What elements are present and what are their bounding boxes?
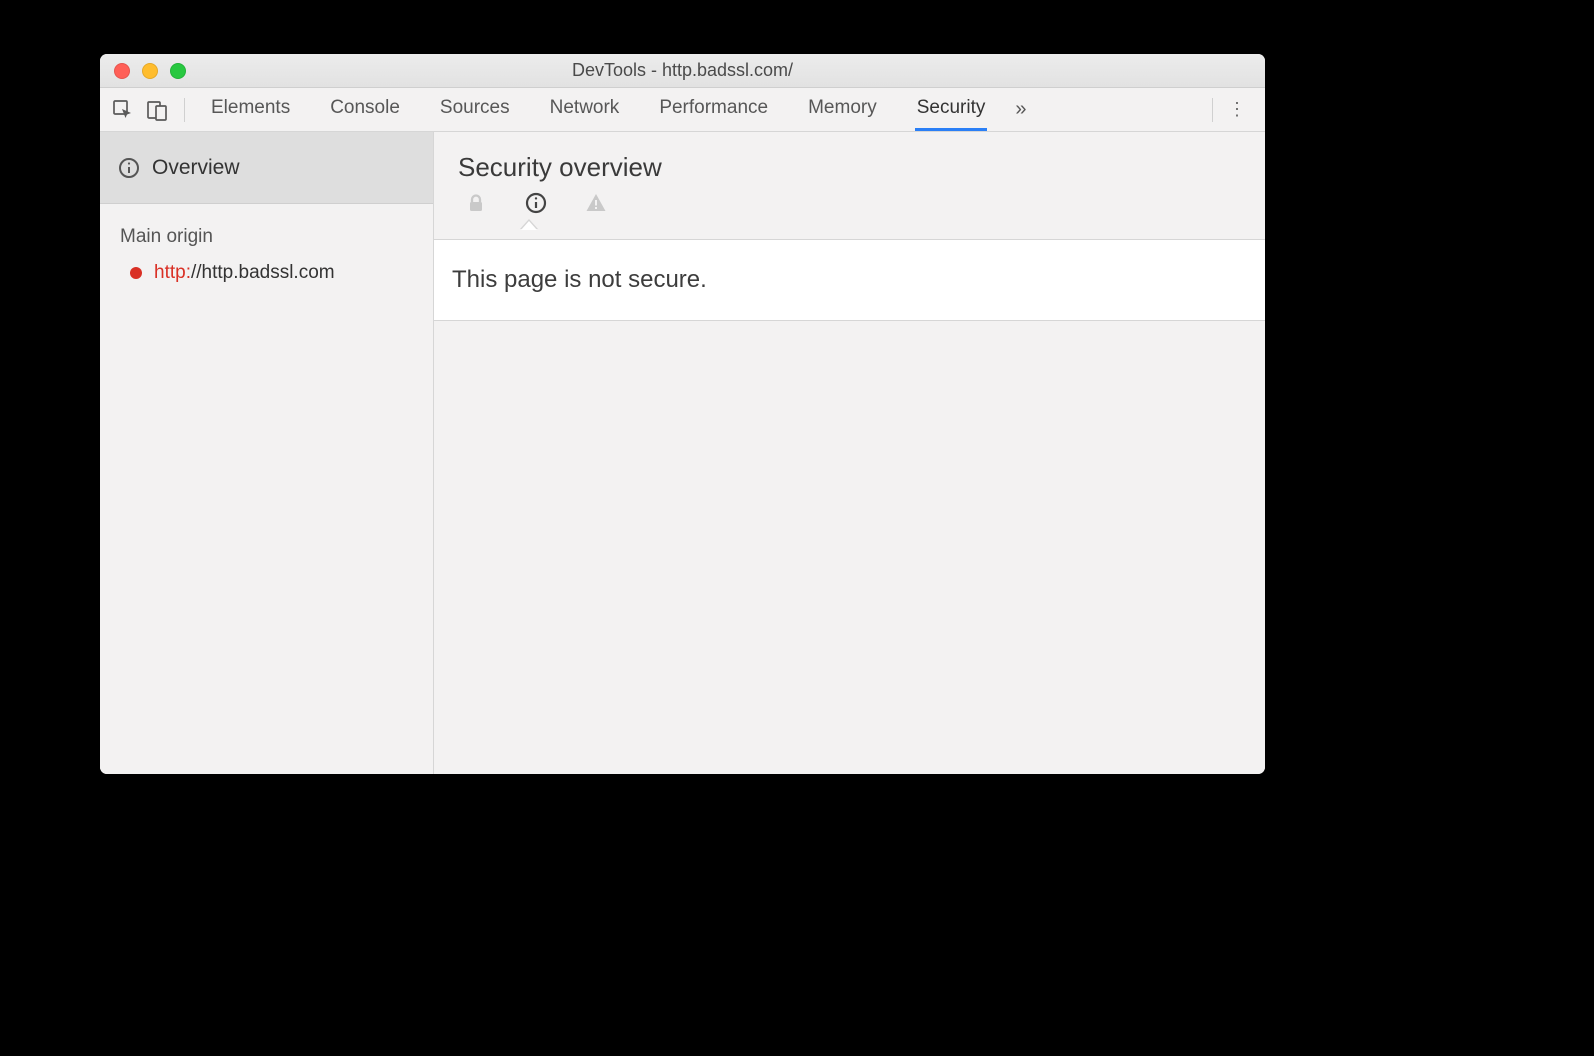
devtools-toolbar: Elements Console Sources Network Perform…	[100, 88, 1265, 132]
devtools-window: DevTools - http.badssl.com/ Elements Con…	[100, 54, 1265, 774]
security-sidebar: Overview Main origin http://http.badssl.…	[100, 132, 434, 774]
security-overview-title: Security overview	[458, 152, 1241, 183]
origin-list-item[interactable]: http://http.badssl.com	[100, 258, 433, 288]
tab-elements[interactable]: Elements	[209, 88, 292, 131]
close-window-button[interactable]	[114, 63, 130, 79]
sidebar-overview-item[interactable]: Overview	[100, 132, 433, 204]
tab-security[interactable]: Security	[915, 88, 988, 131]
tab-memory[interactable]: Memory	[806, 88, 879, 131]
device-toolbar-icon[interactable]	[142, 95, 172, 125]
security-status-icons	[458, 183, 1241, 215]
tab-network[interactable]: Network	[548, 88, 622, 131]
sidebar-section-label: Main origin	[100, 204, 433, 258]
zoom-window-button[interactable]	[170, 63, 186, 79]
main-empty-area	[434, 321, 1265, 774]
kebab-menu-icon[interactable]: ⋮	[1227, 99, 1247, 120]
warning-triangle-icon	[584, 191, 608, 215]
insecure-status-dot-icon	[130, 267, 142, 279]
inspect-element-icon[interactable]	[108, 95, 138, 125]
origin-url-scheme: http:	[154, 262, 191, 283]
tabs-overflow-icon[interactable]: »	[1015, 98, 1026, 121]
security-message: This page is not secure.	[434, 239, 1265, 321]
origin-url-rest: //http.badssl.com	[191, 262, 335, 283]
window-title: DevTools - http.badssl.com/	[100, 60, 1265, 81]
sidebar-overview-label: Overview	[152, 156, 240, 180]
tab-performance[interactable]: Performance	[657, 88, 770, 131]
window-controls	[100, 63, 186, 79]
panel-tabs: Elements Console Sources Network Perform…	[197, 88, 987, 131]
origin-url: http://http.badssl.com	[154, 262, 335, 284]
status-pointer-icon	[520, 219, 538, 229]
info-icon	[524, 191, 548, 215]
main-header: Security overview	[434, 132, 1265, 239]
info-icon	[118, 157, 140, 179]
security-main-panel: Security overview	[434, 132, 1265, 774]
minimize-window-button[interactable]	[142, 63, 158, 79]
window-titlebar: DevTools - http.badssl.com/	[100, 54, 1265, 88]
tab-console[interactable]: Console	[328, 88, 402, 131]
tab-sources[interactable]: Sources	[438, 88, 512, 131]
toolbar-divider	[184, 98, 185, 122]
panel-body: Overview Main origin http://http.badssl.…	[100, 132, 1265, 774]
lock-icon	[464, 191, 488, 215]
toolbar-divider-right	[1212, 98, 1213, 122]
